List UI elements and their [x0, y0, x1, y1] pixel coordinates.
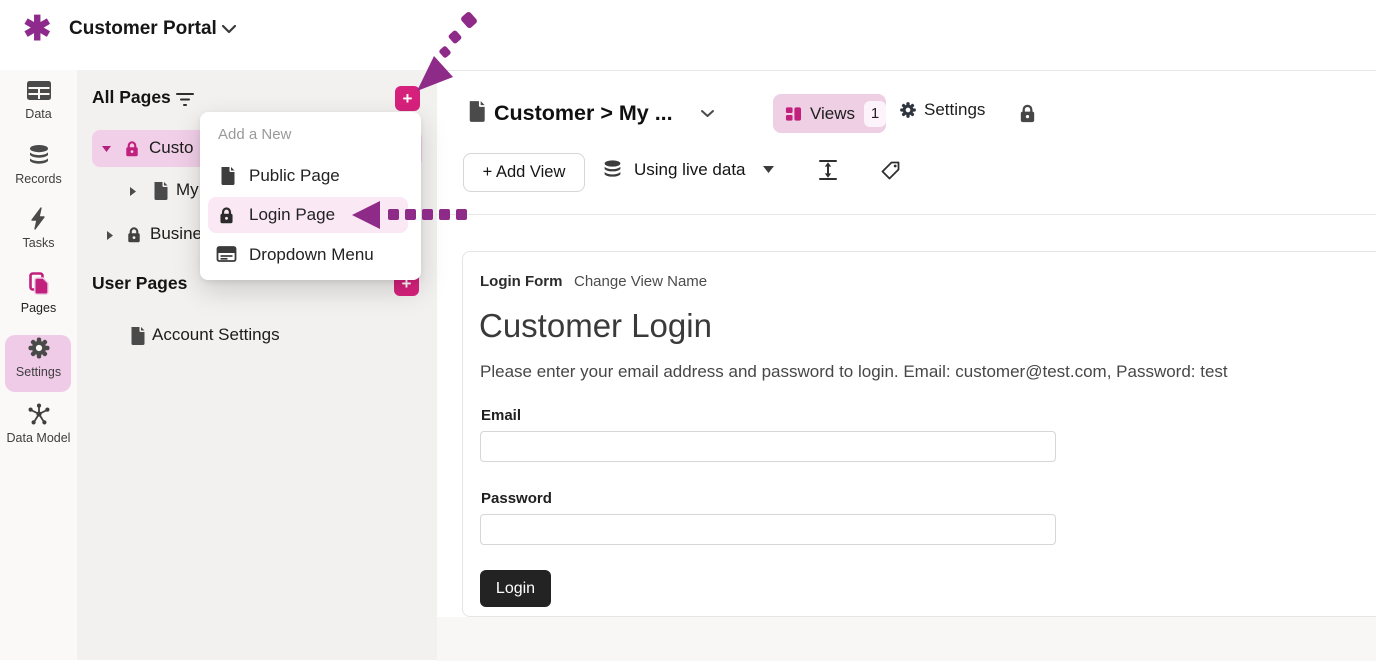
menu-item-dropdown-menu[interactable]: Dropdown Menu — [200, 239, 421, 271]
main-content: Customer > My ... Views 1 Settings + Add… — [437, 70, 1376, 660]
lock-icon — [125, 225, 143, 244]
caret-right-icon[interactable] — [130, 187, 136, 196]
chevron-down-icon[interactable] — [700, 109, 715, 118]
views-icon — [785, 105, 802, 123]
file-icon — [151, 181, 168, 201]
database-icon — [27, 144, 51, 167]
top-bar: ✱ Customer Portal — [0, 0, 1376, 70]
menu-item-label: Public Page — [249, 166, 340, 186]
page-title: Customer > My ... — [494, 101, 673, 126]
form-heading: Customer Login — [479, 307, 712, 345]
caret-down-icon — [763, 166, 774, 173]
view-card: Login Form Change View Name Customer Log… — [462, 251, 1376, 617]
caret-right-icon[interactable] — [107, 231, 113, 240]
form-description: Please enter your email address and pass… — [480, 362, 1228, 382]
lock-icon — [1017, 102, 1038, 124]
sidebar-item-label: Data Model — [0, 431, 77, 445]
sidebar-item-label: Tasks — [0, 236, 77, 250]
tab-settings-label: Settings — [924, 100, 985, 120]
tab-views[interactable]: Views 1 — [773, 94, 886, 133]
dropdown-menu-icon — [216, 245, 237, 264]
filter-icon[interactable] — [175, 92, 195, 108]
sidebar-item-label: Pages — [0, 301, 77, 315]
file-icon — [218, 166, 235, 186]
file-icon — [128, 326, 145, 346]
tab-settings[interactable]: Settings — [899, 100, 985, 120]
menu-item-label: Login Page — [249, 205, 335, 225]
menu-item-label: Dropdown Menu — [249, 245, 374, 265]
database-icon — [602, 159, 623, 180]
app-logo-icon: ✱ — [23, 12, 52, 46]
email-label: Email — [481, 407, 521, 424]
sidebar-item-label: Settings — [0, 365, 77, 379]
add-page-button[interactable]: + — [395, 86, 420, 111]
lock-icon — [217, 205, 236, 225]
app-name: Customer Portal — [69, 18, 217, 40]
sidebar-item-tasks[interactable]: Tasks — [0, 207, 77, 250]
data-source-dropdown[interactable]: Using live data — [602, 159, 774, 180]
sidebar-item-settings[interactable]: Settings — [0, 336, 77, 379]
pages-panel-title: All Pages — [92, 87, 171, 108]
tag-icon[interactable] — [880, 160, 901, 181]
lightning-icon — [27, 207, 51, 231]
bottom-strip — [437, 617, 1376, 661]
tree-item-label: My — [176, 180, 199, 200]
add-view-button[interactable]: + Add View — [463, 153, 585, 192]
tree-item-label: Custo — [149, 138, 193, 158]
menu-item-login-page[interactable]: Login Page — [200, 199, 421, 231]
pages-icon — [27, 272, 51, 296]
table-icon — [26, 80, 52, 102]
sidebar-item-data[interactable]: Data — [0, 80, 77, 121]
menu-item-public-page[interactable]: Public Page — [200, 160, 421, 192]
sidebar-item-label: Records — [0, 172, 77, 186]
toolbar-divider — [437, 214, 1376, 215]
gear-icon — [27, 336, 51, 360]
tab-views-label: Views — [810, 104, 855, 124]
email-field[interactable] — [480, 431, 1056, 462]
network-icon — [27, 402, 51, 426]
sidebar-item-pages[interactable]: Pages — [0, 272, 77, 315]
chevron-down-icon[interactable] — [221, 24, 237, 34]
user-pages-title: User Pages — [92, 273, 187, 294]
nav-sidebar: Data Records Tasks Pages Settings Data M… — [0, 70, 77, 660]
view-type-label: Login Form — [480, 273, 563, 290]
sidebar-item-label: Data — [0, 107, 77, 121]
row-height-icon[interactable] — [818, 159, 838, 181]
password-field[interactable] — [480, 514, 1056, 545]
gear-icon — [899, 101, 917, 119]
data-source-label: Using live data — [634, 160, 746, 180]
tree-row[interactable]: Account Settings — [77, 323, 437, 349]
sidebar-item-records[interactable]: Records — [0, 144, 77, 186]
views-count-badge: 1 — [864, 101, 886, 127]
lock-icon — [123, 139, 141, 158]
tree-item-label: Busine — [150, 224, 202, 244]
tree-item-label: Account Settings — [152, 325, 280, 345]
sidebar-item-data-model[interactable]: Data Model — [0, 402, 77, 445]
login-button[interactable]: Login — [480, 570, 551, 607]
password-label: Password — [481, 490, 552, 507]
file-icon — [466, 100, 485, 123]
menu-header: Add a New — [218, 126, 291, 143]
change-view-name-link[interactable]: Change View Name — [574, 273, 707, 290]
caret-down-icon[interactable] — [102, 146, 111, 152]
add-page-menu: Add a New Public Page Login Page Dropdow… — [200, 112, 421, 280]
